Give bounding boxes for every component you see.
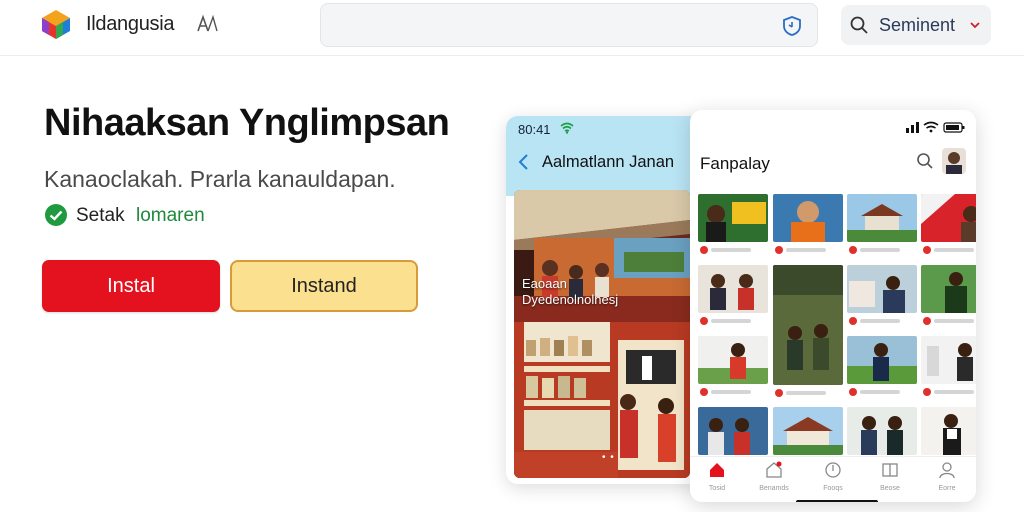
bottom-tab-bar: Tosid Benamds Fooqs Beose Eorre (690, 456, 976, 502)
thumbnail-meta (711, 248, 751, 252)
instand-button[interactable]: Instand (230, 260, 418, 312)
phone-detail-title: Aalmatlann Janan (542, 153, 675, 171)
thumbnail-meta (860, 248, 900, 252)
grid-item[interactable] (773, 194, 843, 256)
grid-item[interactable] (847, 336, 917, 398)
photo-caption: Eaoaan Dyedenolnolnesj (522, 276, 618, 308)
check-circle-icon (45, 204, 67, 226)
carousel-dots[interactable]: • • (602, 452, 615, 463)
heart-icon (775, 246, 783, 254)
thumbnail (698, 336, 768, 384)
thumbnail (773, 265, 843, 385)
grid-item[interactable] (698, 265, 768, 327)
compass-icon (825, 462, 841, 478)
install-button[interactable]: Instal (42, 260, 220, 312)
store-icon (766, 461, 782, 478)
heart-icon (849, 317, 857, 325)
thumbnail (921, 336, 976, 384)
page-subtitle: Kanaoclakah. Prarla kanauldapan. (44, 166, 396, 192)
thumbnail (921, 265, 976, 313)
phone-screen-detail: 80:41 Aalmatlann Janan Eaoaan Dyedenolno… (506, 116, 702, 484)
profile-icon (939, 462, 955, 479)
market-photo[interactable] (514, 190, 690, 478)
caption-line-1: Eaoaan (522, 276, 567, 291)
search-input[interactable] (335, 14, 765, 38)
grid-item[interactable] (698, 336, 768, 398)
thumbnail (698, 407, 768, 455)
status-time: 80:41 (518, 122, 551, 137)
thumbnail (847, 336, 917, 384)
shield-icon[interactable] (781, 15, 803, 37)
heart-icon (700, 388, 708, 396)
avatar[interactable] (942, 148, 966, 174)
translate-icon[interactable] (196, 14, 218, 34)
sentiment-dropdown[interactable]: Seminent (841, 5, 991, 45)
grid-item[interactable] (921, 336, 976, 398)
status-icons (906, 121, 965, 133)
thumbnail (921, 194, 976, 242)
sentiment-label: Seminent (879, 15, 956, 35)
tab-store[interactable]: Benamds (749, 461, 799, 501)
thumbnail (773, 194, 843, 242)
search-bar[interactable] (320, 3, 818, 47)
thumbnail (698, 265, 768, 313)
tab-home[interactable]: Tosid (692, 461, 742, 501)
caption-line-2: Dyedenolnolnesj (522, 292, 619, 307)
tab-label: Fooqs (823, 485, 843, 492)
search-icon (850, 16, 868, 34)
thumbnail (921, 407, 976, 455)
verified-label: Setak (76, 205, 125, 226)
thumbnail (773, 407, 843, 455)
thumbnail-meta (711, 319, 751, 323)
thumbnail-meta (934, 248, 974, 252)
heart-icon (700, 317, 708, 325)
heart-icon (775, 389, 783, 397)
thumbnail (847, 194, 917, 242)
thumbnail-meta (934, 390, 974, 394)
grid-item[interactable] (773, 265, 843, 399)
grid-item[interactable] (698, 194, 768, 256)
home-indicator (796, 500, 878, 502)
tab-label: Tosid (708, 485, 726, 492)
gallery-title: Fanpalay (700, 154, 770, 173)
heart-icon (849, 246, 857, 254)
heart-icon (923, 246, 931, 254)
verified-value: lomaren (136, 205, 205, 226)
tab-library[interactable]: Beose (865, 461, 915, 501)
grid-item[interactable] (921, 194, 976, 256)
home-icon (710, 463, 724, 477)
thumbnail (847, 407, 917, 455)
grid-item[interactable] (921, 265, 976, 327)
book-icon (882, 463, 898, 477)
thumbnail-meta (860, 319, 900, 323)
phone-screen-gallery: Fanpalay Tosid Benamds Fooqs Beose Eorre (690, 110, 976, 502)
tab-label: Beose (880, 485, 900, 492)
grid-item[interactable] (847, 194, 917, 256)
thumbnail-meta (860, 390, 900, 394)
heart-icon (849, 388, 857, 396)
thumbnail (847, 265, 917, 313)
chevron-down-icon (970, 22, 980, 29)
thumbnail-meta (786, 248, 826, 252)
tab-profile[interactable]: Eorre (922, 461, 972, 501)
page-title: Nihaaksan Ynglimpsan (44, 102, 450, 144)
top-header: Ildangusia Seminent (0, 0, 1024, 56)
thumbnail (698, 194, 768, 242)
brand-name: Ildangusia (86, 13, 175, 35)
thumbnail-meta (786, 391, 826, 395)
thumbnail-meta (711, 390, 751, 394)
search-icon[interactable] (916, 152, 934, 170)
tab-label: Benamds (759, 485, 789, 492)
back-arrow-icon[interactable] (516, 153, 530, 171)
heart-icon (923, 388, 931, 396)
thumbnail-meta (934, 319, 974, 323)
heart-icon (700, 246, 708, 254)
grid-item[interactable] (847, 265, 917, 327)
wifi-icon (560, 122, 574, 134)
heart-icon (923, 317, 931, 325)
tab-label: Eorre (938, 485, 956, 492)
tab-explore[interactable]: Fooqs (808, 461, 858, 501)
app-logo-icon[interactable] (38, 8, 74, 40)
